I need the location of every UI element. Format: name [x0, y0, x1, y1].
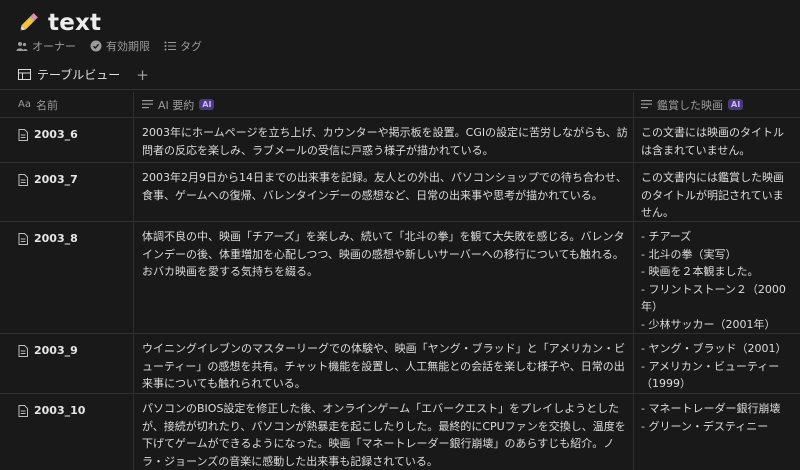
movie-item: - グリーン・デスティニー: [641, 419, 769, 433]
row-name-cell[interactable]: 2003_10: [18, 404, 85, 417]
add-view-icon[interactable]: +: [136, 67, 149, 82]
check-badge-icon: [90, 40, 102, 52]
movie-item: - マネートレーダー銀行崩壊: [641, 402, 781, 415]
movie-item: この文書内には鑑賞した映画のタイトルが明記されていません。: [641, 171, 784, 219]
movies-cell[interactable]: - マネートレーダー銀行崩壊 - グリーン・デスティニー: [641, 400, 793, 435]
document-icon: [18, 344, 28, 357]
row-name-cell[interactable]: 2003_6: [18, 128, 78, 141]
row-name: 2003_6: [34, 128, 78, 141]
row-name: 2003_9: [34, 344, 78, 357]
table-row[interactable]: 2003_8 体調不良の中、映画「チアーズ」を楽しみ、続いて「北斗の拳」を観て大…: [0, 222, 800, 334]
ai-summary-cell[interactable]: 体調不良の中、映画「チアーズ」を楽しみ、続いて「北斗の拳」を観て大失敗を感じる。…: [142, 228, 632, 281]
row-name-cell[interactable]: 2003_8: [18, 232, 78, 245]
movie-item: この文書には映画のタイトルは含まれていません。: [641, 126, 784, 157]
people-icon: [16, 42, 28, 51]
table-header: Aa 名前 AI 要約 AI 鑑賞した映画 AI: [0, 92, 800, 118]
movie-item: - 北斗の拳（実写）: [641, 247, 737, 261]
title-row: text: [14, 8, 101, 38]
property-tags[interactable]: タグ: [164, 38, 202, 54]
property-expiry[interactable]: 有効期限: [90, 38, 150, 54]
movies-cell[interactable]: - チアーズ - 北斗の拳（実写） - 映画を２本観ました。 - フリントストー…: [641, 228, 793, 333]
page-properties: オーナー 有効期限 タグ: [16, 38, 202, 54]
row-name: 2003_7: [34, 173, 78, 186]
row-name-cell[interactable]: 2003_7: [18, 173, 78, 186]
movie-item: - フリントストーン２（2000年）: [641, 282, 786, 314]
document-icon: [18, 232, 28, 245]
tab-table-view[interactable]: テーブルビュー: [37, 66, 120, 83]
movies-cell[interactable]: この文書内には鑑賞した映画のタイトルが明記されていません。: [641, 169, 793, 222]
document-icon: [18, 128, 28, 141]
table-row[interactable]: 2003_9 ウイニングイレブンのマスターリーグでの体験や、映画「ヤング・ブラッ…: [0, 334, 800, 394]
property-owner[interactable]: オーナー: [16, 38, 76, 54]
column-header-label: 名前: [35, 98, 58, 112]
page-title[interactable]: text: [48, 10, 101, 36]
pencil-icon[interactable]: [14, 9, 42, 37]
text-lines-icon: [142, 100, 153, 109]
table-row[interactable]: 2003_10 パソコンのBIOS設定を修正した後、オンラインゲーム「エバークエ…: [0, 394, 800, 470]
column-header-ai-summary[interactable]: AI 要約 AI: [142, 92, 215, 117]
movies-cell[interactable]: この文書には映画のタイトルは含まれていません。: [641, 124, 793, 159]
property-expiry-label: 有効期限: [106, 40, 150, 53]
ai-badge: AI: [728, 99, 744, 110]
text-lines-icon: [641, 100, 652, 109]
row-name-cell[interactable]: 2003_9: [18, 344, 78, 357]
column-header-name[interactable]: Aa 名前: [18, 92, 58, 117]
ai-summary-cell[interactable]: 2003年2月9日から14日までの出来事を記録。友人との外出、パソコンショップで…: [142, 169, 632, 204]
page-header: text オーナー 有効期限 タグ テーブルビュー +: [0, 0, 800, 92]
text-type-icon: Aa: [18, 99, 31, 110]
database-table: Aa 名前 AI 要約 AI 鑑賞した映画 AI: [0, 92, 800, 118]
document-icon: [18, 173, 28, 186]
table-icon: [18, 69, 31, 80]
ai-summary-cell[interactable]: パソコンのBIOS設定を修正した後、オンラインゲーム「エバークエスト」をプレイし…: [142, 400, 632, 470]
view-tabs: テーブルビュー +: [18, 66, 149, 83]
movie-item: - 映画を２本観ました。: [641, 265, 759, 278]
table-row[interactable]: 2003_6 2003年にホームページを立ち上げ、カウンターや掲示板を設置。CG…: [0, 118, 800, 163]
ai-summary-cell[interactable]: ウイニングイレブンのマスターリーグでの体験や、映画「ヤング・ブラッド」と「アメリ…: [142, 340, 632, 393]
movie-item: - ヤング・ブラッド（2001）: [641, 342, 787, 355]
column-header-label: 鑑賞した映画: [657, 98, 723, 112]
movies-cell[interactable]: - ヤング・ブラッド（2001） - アメリカン・ビューティー（1999）: [641, 340, 793, 393]
movie-item: - アメリカン・ビューティー（1999）: [641, 359, 780, 391]
column-header-movies[interactable]: 鑑賞した映画 AI: [641, 92, 744, 117]
ai-summary-cell[interactable]: 2003年にホームページを立ち上げ、カウンターや掲示板を設置。CGIの設定に苦労…: [142, 124, 632, 159]
document-icon: [18, 404, 28, 417]
ai-badge: AI: [199, 99, 215, 110]
table-row[interactable]: 2003_7 2003年2月9日から14日までの出来事を記録。友人との外出、パソ…: [0, 163, 800, 222]
row-name: 2003_10: [34, 404, 86, 417]
movie-item: - チアーズ: [641, 230, 692, 243]
property-owner-label: オーナー: [32, 40, 76, 53]
column-header-label: AI 要約: [158, 98, 195, 112]
movie-item: - 少林サッカー（2001年）: [641, 317, 776, 331]
row-name: 2003_8: [34, 232, 78, 245]
list-icon: [164, 41, 176, 51]
divider: [0, 89, 800, 90]
property-tags-label: タグ: [180, 40, 202, 53]
